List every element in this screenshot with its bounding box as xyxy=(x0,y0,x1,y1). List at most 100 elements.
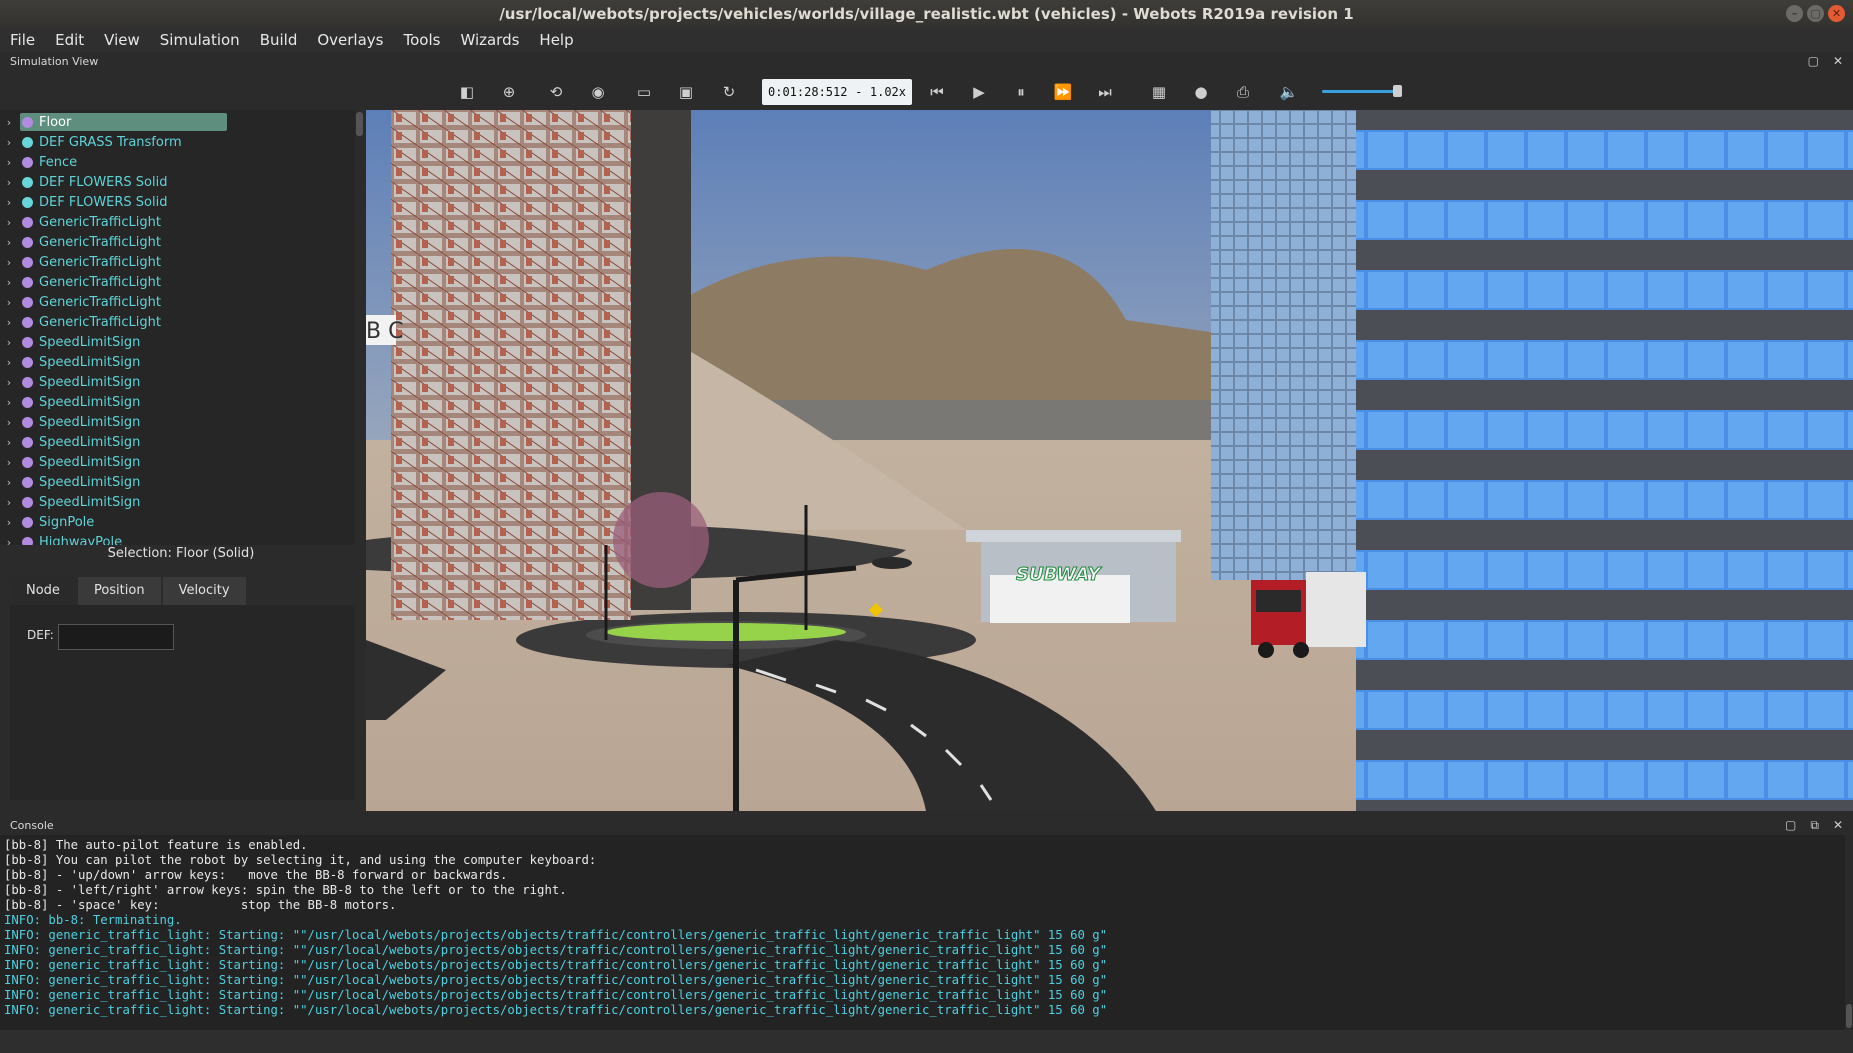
menu-overlays[interactable]: Overlays xyxy=(307,31,393,49)
field-editor-tabs: Node Position Velocity xyxy=(10,577,248,605)
scene-tree-item[interactable]: › SpeedLimitSign xyxy=(0,472,141,492)
expand-arrow-icon[interactable]: › xyxy=(0,216,18,229)
scene-tree-item[interactable]: › GenericTrafficLight xyxy=(0,292,161,312)
expand-arrow-icon[interactable]: › xyxy=(0,276,18,289)
scene-tree-item[interactable]: › GenericTrafficLight xyxy=(0,232,161,252)
expand-arrow-icon[interactable]: › xyxy=(0,156,18,169)
expand-arrow-icon[interactable]: › xyxy=(0,416,18,429)
3d-viewport[interactable]: B C SUBWAY xyxy=(366,110,1853,811)
console-line: INFO: generic_traffic_light: Starting: "… xyxy=(4,958,1108,972)
console-detach-icon[interactable]: ⧉ xyxy=(1810,818,1819,833)
expand-arrow-icon[interactable]: › xyxy=(0,176,18,189)
def-input[interactable] xyxy=(58,624,174,650)
scene-tree-item[interactable]: › GenericTrafficLight xyxy=(0,272,161,292)
expand-arrow-icon[interactable]: › xyxy=(0,196,18,209)
scene-tree-item-label: DEF FLOWERS Solid xyxy=(39,194,168,210)
scene-tree-item[interactable]: › GenericTrafficLight xyxy=(0,252,161,272)
simulation-speed: 1.02x xyxy=(869,85,906,99)
tab-node[interactable]: Node xyxy=(10,577,76,605)
expand-arrow-icon[interactable]: › xyxy=(0,296,18,309)
scene-tree-item[interactable]: › GenericTrafficLight xyxy=(0,212,161,232)
menu-view[interactable]: View xyxy=(94,31,150,49)
menu-tools[interactable]: Tools xyxy=(393,31,450,49)
tab-position[interactable]: Position xyxy=(77,577,161,605)
step-back-icon[interactable]: ⏮ xyxy=(926,82,948,102)
scene-tree-item[interactable]: › Floor xyxy=(0,112,72,132)
console-line: [bb-8] The auto-pilot feature is enabled… xyxy=(4,838,308,852)
expand-arrow-icon[interactable]: › xyxy=(0,316,18,329)
scene-tree-item[interactable]: › DEF FLOWERS Solid xyxy=(0,192,168,212)
scene-tree-item[interactable]: › SpeedLimitSign xyxy=(0,332,141,352)
expand-arrow-icon[interactable]: › xyxy=(0,376,18,389)
dock-close-icon[interactable]: ✕ xyxy=(1833,54,1843,68)
scene-tree-item[interactable]: › SpeedLimitSign xyxy=(0,412,141,432)
menu-help[interactable]: Help xyxy=(529,31,583,49)
console-output[interactable]: [bb-8] The auto-pilot feature is enabled… xyxy=(0,835,1845,1030)
reload-icon[interactable]: ⟲ xyxy=(545,82,567,102)
play-icon[interactable]: ▶ xyxy=(968,82,990,102)
expand-arrow-icon[interactable]: › xyxy=(0,516,18,529)
view-icon[interactable]: ◉ xyxy=(587,82,609,102)
fast-icon[interactable]: ⏩ xyxy=(1052,82,1074,102)
scene-tree-item[interactable]: › SpeedLimitSign xyxy=(0,372,141,392)
expand-arrow-icon[interactable]: › xyxy=(0,256,18,269)
menu-edit[interactable]: Edit xyxy=(45,31,94,49)
window-titlebar: /usr/local/webots/projects/vehicles/worl… xyxy=(0,0,1853,28)
scene-tree-item[interactable]: › SpeedLimitSign xyxy=(0,432,141,452)
pause-icon[interactable]: ⏸ xyxy=(1010,82,1032,102)
volume-slider-handle[interactable] xyxy=(1393,85,1402,97)
scene-tree-item[interactable]: › SpeedLimitSign xyxy=(0,352,141,372)
time-separator: - xyxy=(855,85,863,99)
expand-arrow-icon[interactable]: › xyxy=(0,536,18,546)
fastest-icon[interactable]: ⏭ xyxy=(1094,82,1116,102)
toggle-scene-tree-icon[interactable]: ◧ xyxy=(456,82,478,102)
menu-build[interactable]: Build xyxy=(250,31,308,49)
status-bar xyxy=(0,1030,1853,1053)
console-scrollbar[interactable] xyxy=(1845,835,1853,1030)
close-window-button[interactable]: ✕ xyxy=(1828,5,1845,22)
scene-tree-item[interactable]: › DEF GRASS Transform xyxy=(0,132,182,152)
scene-tree-item[interactable]: › GenericTrafficLight xyxy=(0,312,161,332)
menu-simulation[interactable]: Simulation xyxy=(150,31,250,49)
expand-arrow-icon[interactable]: › xyxy=(0,356,18,369)
tab-velocity[interactable]: Velocity xyxy=(162,577,246,605)
scene-tree-item[interactable]: › DEF FLOWERS Solid xyxy=(0,172,168,192)
console-scrollbar-handle[interactable] xyxy=(1846,1004,1852,1028)
node-type-icon xyxy=(22,216,33,228)
open-world-icon[interactable]: ▭ xyxy=(633,82,655,102)
volume-icon[interactable]: 🔈 xyxy=(1278,82,1300,102)
expand-arrow-icon[interactable]: › xyxy=(0,396,18,409)
scene-tree-item-label: GenericTrafficLight xyxy=(39,214,161,230)
record-animation-icon[interactable]: ● xyxy=(1190,82,1212,102)
expand-arrow-icon[interactable]: › xyxy=(0,116,18,129)
expand-arrow-icon[interactable]: › xyxy=(0,436,18,449)
scene-tree-item[interactable]: › SpeedLimitSign xyxy=(0,492,141,512)
expand-arrow-icon[interactable]: › xyxy=(0,336,18,349)
simulation-toolbar: ◧ ⊕ ⟲ ◉ ▭ ▣ ↻ ⏮ ▶ ⏸ ⏩ ⏭ ▦ ● ⎙ 🔈 xyxy=(0,76,1853,108)
dock-float-icon[interactable]: ▢ xyxy=(1808,54,1819,68)
add-node-icon[interactable]: ⊕ xyxy=(498,82,520,102)
expand-arrow-icon[interactable]: › xyxy=(0,236,18,249)
scene-tree-item[interactable]: › SpeedLimitSign xyxy=(0,392,141,412)
maximize-button[interactable]: ▢ xyxy=(1807,5,1824,22)
scene-tree-item[interactable]: › HighwayPole xyxy=(0,532,122,545)
minimize-button[interactable]: – xyxy=(1786,5,1803,22)
record-movie-icon[interactable]: ▦ xyxy=(1148,82,1170,102)
scene-tree-item[interactable]: › SignPole xyxy=(0,512,95,532)
node-type-icon xyxy=(22,416,33,428)
expand-arrow-icon[interactable]: › xyxy=(0,456,18,469)
menu-wizards[interactable]: Wizards xyxy=(450,31,529,49)
volume-slider[interactable] xyxy=(1322,90,1397,93)
save-world-icon[interactable]: ▣ xyxy=(675,82,697,102)
revert-icon[interactable]: ↻ xyxy=(718,82,740,102)
screenshot-icon[interactable]: ⎙ xyxy=(1232,82,1254,102)
menu-file[interactable]: File xyxy=(0,31,45,49)
expand-arrow-icon[interactable]: › xyxy=(0,476,18,489)
scene-tree-item[interactable]: › SpeedLimitSign xyxy=(0,452,141,472)
expand-arrow-icon[interactable]: › xyxy=(0,136,18,149)
console-close-icon[interactable]: ✕ xyxy=(1833,818,1843,833)
console-float-icon[interactable]: ▢ xyxy=(1785,818,1796,833)
scene-tree-scrollbar[interactable] xyxy=(356,112,363,136)
expand-arrow-icon[interactable]: › xyxy=(0,496,18,509)
scene-tree-item[interactable]: › Fence xyxy=(0,152,77,172)
